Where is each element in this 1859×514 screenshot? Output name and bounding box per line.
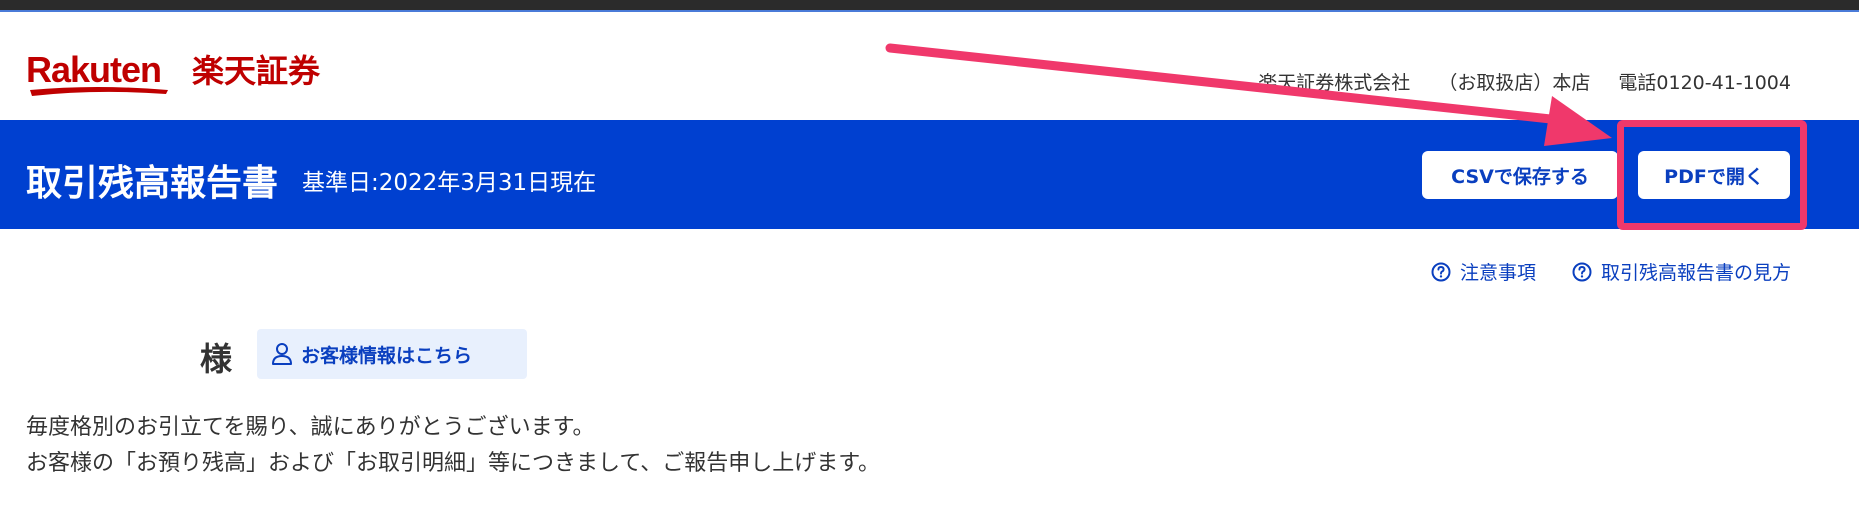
- browser-top-strip: [0, 0, 1859, 10]
- customer-info-label: お客様情報はこちら: [301, 344, 473, 367]
- intro-line-1: 毎度格別のお引立てを賜り、誠にありがとうございます。: [26, 415, 595, 440]
- notes-link[interactable]: 注意事項: [1431, 258, 1536, 285]
- company-info: 楽天証券株式会社 （お取扱店）本店 電話0120-41-1004: [1258, 68, 1791, 95]
- page-title: 取引残高報告書: [26, 163, 279, 204]
- page-header: Rakuten 楽天証券 楽天証券株式会社 （お取扱店）本店 電話0120-41…: [0, 12, 1859, 120]
- report-banner: 取引残高報告書 基準日:2022年3月31日現在 CSVで保存する PDFで開く: [0, 120, 1859, 229]
- phone-number: 電話0120-41-1004: [1618, 72, 1791, 94]
- guide-link[interactable]: 取引残高報告書の見方: [1572, 258, 1791, 285]
- branch-label: （お取扱店）本店: [1438, 72, 1591, 94]
- intro-text: 毎度格別のお引立てを賜り、誠にありがとうございます。 お客様の「お預り残高」およ…: [26, 410, 880, 482]
- help-links: 注意事項 取引残高報告書の見方: [1431, 258, 1791, 285]
- question-circle-icon: [1431, 262, 1451, 281]
- company-name: 楽天証券株式会社: [1258, 72, 1411, 94]
- base-date: 基準日:2022年3月31日現在: [302, 170, 597, 196]
- rakuten-logo[interactable]: Rakuten 楽天証券: [26, 46, 346, 108]
- rakuten-logo-graphic: Rakuten 楽天証券: [26, 49, 321, 96]
- user-icon: [272, 343, 292, 365]
- question-circle-icon: [1572, 262, 1592, 281]
- annotation-highlight-box: [1617, 120, 1807, 230]
- guide-link-label: 取引残高報告書の見方: [1600, 262, 1791, 284]
- notes-link-label: 注意事項: [1459, 262, 1536, 284]
- svg-text:Rakuten: Rakuten: [26, 49, 161, 90]
- customer-info-button[interactable]: お客様情報はこちら: [257, 329, 527, 379]
- intro-line-2: お客様の「お預り残高」および「お取引明細」等につきまして、ご報告申し上げます。: [26, 451, 881, 476]
- svg-text:楽天証券: 楽天証券: [192, 52, 321, 90]
- customer-honorific: 様: [200, 340, 233, 378]
- csv-save-button[interactable]: CSVで保存する: [1422, 151, 1618, 199]
